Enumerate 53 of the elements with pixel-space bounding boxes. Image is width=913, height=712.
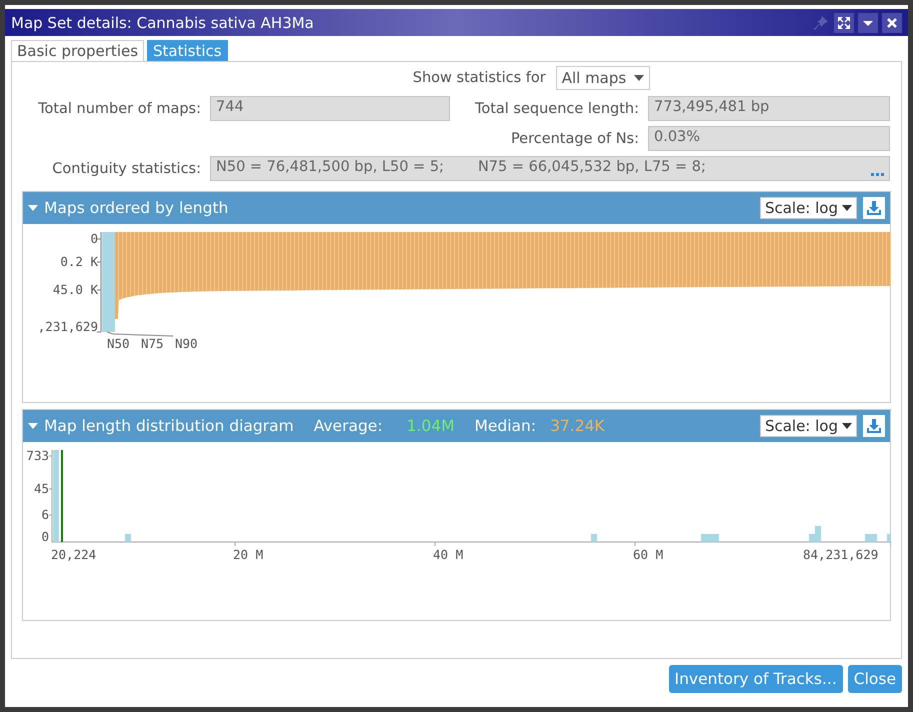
axis-label: 40 M: [433, 547, 464, 562]
sequence-length-field: 773,495,481 bp: [648, 96, 890, 121]
axis-label: 20,224: [51, 547, 96, 562]
histogram-bar: [125, 534, 131, 542]
histogram-bar: [887, 534, 891, 542]
close-icon[interactable]: [882, 12, 902, 32]
axis-label: 45: [34, 481, 49, 496]
axis-label: ,231,629: [38, 319, 98, 334]
maps-dropdown[interactable]: All maps: [556, 66, 650, 90]
caret-icon: [634, 75, 644, 81]
axis-label: 60 M: [633, 547, 664, 562]
filter-label: Show statistics for: [412, 70, 546, 86]
pin-icon[interactable]: [812, 14, 830, 32]
median-label: Median:: [474, 417, 536, 435]
field-label: Contiguity statistics:: [51, 160, 201, 176]
axis-label: 20 M: [233, 547, 264, 562]
axis-label: 0: [41, 529, 49, 544]
maps-count-field: 744: [210, 96, 450, 121]
triangle-icon[interactable]: [28, 204, 38, 212]
marker-label: N50: [107, 336, 130, 351]
tab[interactable]: Basic properties: [11, 40, 144, 61]
maximize-icon[interactable]: [834, 12, 854, 32]
caret-icon[interactable]: [858, 12, 878, 32]
average-label: Average:: [314, 417, 383, 435]
field-label: Total sequence length:: [474, 100, 639, 116]
axis-label: 0.2 K: [60, 254, 98, 269]
scale-dropdown[interactable]: Scale: log: [760, 415, 857, 437]
caret-icon: [842, 423, 852, 429]
axis-label: 0: [90, 231, 98, 246]
axis-label: 84,231,629: [803, 547, 878, 562]
axis-label: 6: [41, 507, 49, 522]
contiguity-value: N50 = 76,481,500 bp, L50 = 5;: [216, 159, 444, 177]
axis-label: 45.0 K: [52, 282, 98, 297]
scale-dropdown[interactable]: Scale: log: [760, 197, 857, 219]
leader-line: [106, 332, 174, 336]
download-icon[interactable]: [863, 415, 885, 437]
marker-label: N75: [141, 336, 164, 351]
axis-label: 733: [26, 448, 49, 463]
histogram-bar: [591, 534, 597, 542]
field-label: Percentage of Ns:: [510, 130, 639, 146]
chart-title: Map length distribution diagram: [44, 417, 294, 435]
median-value: 37.24K: [550, 417, 605, 435]
triangle-icon[interactable]: [28, 422, 38, 430]
caret-icon: [842, 205, 852, 211]
window-title: Map Set details: Cannabis sativa AH3Ma: [11, 14, 315, 32]
marker-label: N90: [175, 336, 198, 351]
download-icon[interactable]: [863, 197, 885, 219]
field-label: Total number of maps:: [37, 100, 201, 116]
more-icon[interactable]: [871, 173, 885, 177]
contiguity-value: N75 = 66,045,532 bp, L75 = 8;: [478, 159, 706, 177]
average-value: 1.04M: [406, 417, 454, 435]
ns-percentage-field: 0.03%: [648, 126, 890, 151]
chart-title: Maps ordered by length: [44, 199, 228, 217]
